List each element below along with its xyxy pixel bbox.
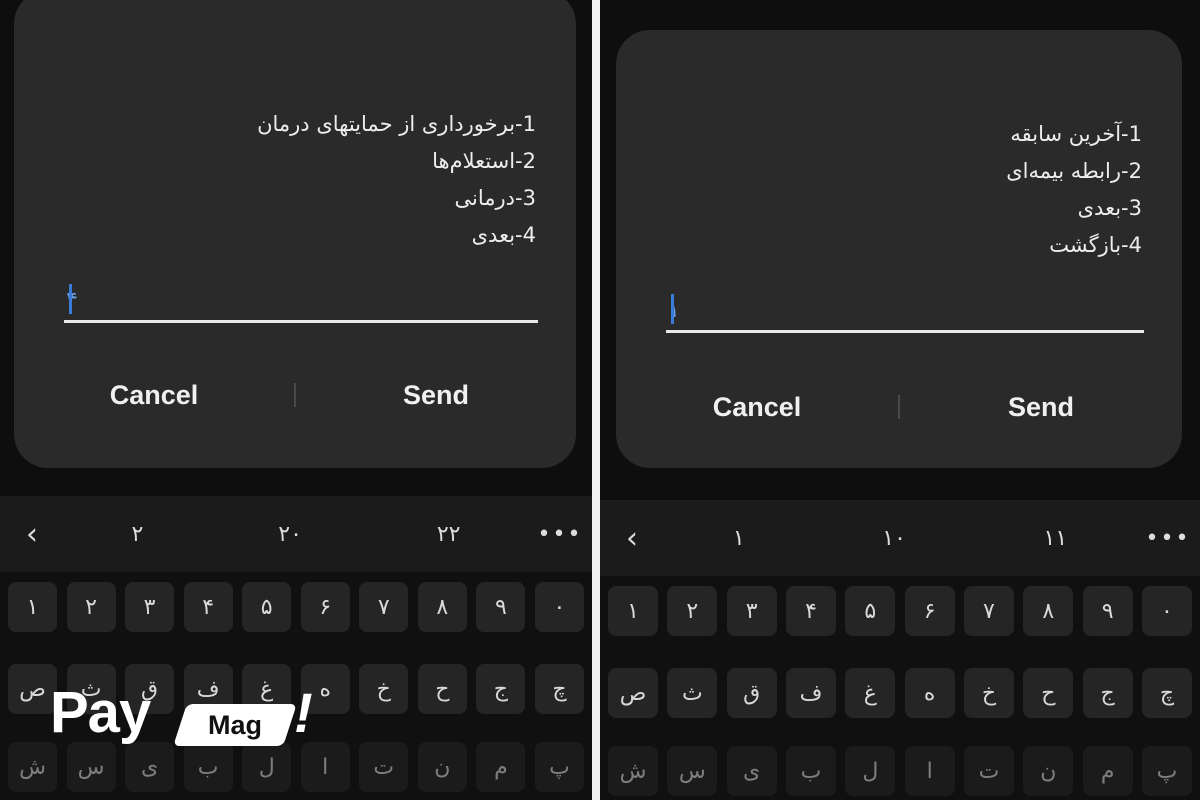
key[interactable]: ۰ [534, 582, 584, 632]
key[interactable]: ت [359, 742, 409, 792]
key[interactable]: ی [726, 746, 777, 796]
key[interactable]: ب [785, 746, 836, 796]
reply-input-wrap [64, 280, 538, 324]
menu-option-1: 1-آخرین سابقه [1010, 122, 1142, 146]
suggestion-bar: ‹ ۱ ۱۰ ۱۱ ••• [600, 500, 1200, 576]
menu-option-2: 2-رابطه بیمه‌ای [1006, 159, 1142, 183]
reply-input-wrap [666, 290, 1144, 334]
key[interactable]: ق [726, 668, 777, 718]
reply-input[interactable] [666, 290, 1144, 333]
menu-option-3: 3-درمانی [454, 186, 536, 210]
suggestion-item[interactable]: ۱ [733, 526, 745, 551]
key[interactable]: ۷ [963, 586, 1014, 636]
key[interactable]: ۷ [359, 582, 409, 632]
reply-input[interactable] [64, 280, 538, 323]
key[interactable]: ۱ [8, 582, 57, 632]
keyboard: ۱ ۲ ۳ ۴ ۵ ۶ ۷ ۸ ۹ ۰ ص ث ق ف غ ه خ ح ج چ … [600, 576, 1200, 800]
keyboard-letter-row: ص ث ق ف غ ه خ ح ج چ [608, 668, 1192, 718]
menu-option-4: 4-بازگشت [1049, 233, 1142, 257]
key[interactable]: ۶ [904, 586, 955, 636]
ussd-dialog: 1-آخرین سابقه 2-رابطه بیمه‌ای 3-بعدی 4-ب… [616, 30, 1182, 468]
key[interactable]: ۵ [242, 582, 292, 632]
suggestion-item[interactable]: ۱۰ [882, 526, 906, 551]
more-horizontal-icon[interactable]: ••• [1136, 526, 1200, 551]
key[interactable]: خ [963, 668, 1014, 718]
key[interactable]: ف [785, 668, 836, 718]
key[interactable]: ت [963, 746, 1014, 796]
key[interactable]: پ [1141, 746, 1192, 796]
chevron-left-icon[interactable]: ‹ [0, 517, 64, 552]
key[interactable]: ص [608, 668, 658, 718]
key[interactable]: خ [359, 664, 409, 714]
key[interactable]: ا [904, 746, 955, 796]
text-cursor [69, 284, 72, 314]
key[interactable]: ۰ [1141, 586, 1192, 636]
key[interactable]: م [1082, 746, 1133, 796]
left-panel: 1-برخورداری از حمایتهای درمان 2-استعلام‌… [0, 0, 592, 800]
key[interactable]: چ [1141, 668, 1192, 718]
key[interactable]: ۹ [476, 582, 526, 632]
suggestion-items: ۱ ۱۰ ۱۱ [664, 526, 1136, 551]
chevron-left-icon[interactable]: ‹ [600, 521, 664, 556]
key[interactable]: پ [534, 742, 584, 792]
dialog-actions: Cancel Send [14, 370, 576, 420]
key[interactable]: م [476, 742, 526, 792]
key[interactable]: ۶ [300, 582, 350, 632]
suggestion-item[interactable]: ۲ [131, 522, 143, 547]
suggestion-item[interactable]: ۲۰ [278, 522, 302, 547]
menu-option-4: 4-بعدی [471, 223, 536, 247]
key[interactable]: ن [417, 742, 467, 792]
key[interactable]: ن [1023, 746, 1074, 796]
cancel-button[interactable]: Cancel [14, 379, 294, 412]
key[interactable]: ۵ [845, 586, 896, 636]
key[interactable]: ۸ [417, 582, 467, 632]
suggestion-bar: ‹ ۲ ۲۰ ۲۲ ••• [0, 496, 592, 572]
key[interactable]: ۸ [1023, 586, 1074, 636]
suggestion-items: ۲ ۲۰ ۲۲ [64, 522, 528, 547]
panel-divider [592, 0, 600, 800]
cancel-button[interactable]: Cancel [616, 391, 898, 424]
logo-mag-text: Mag [208, 709, 262, 740]
key[interactable]: ل [845, 746, 896, 796]
key[interactable]: ش [608, 746, 658, 796]
key[interactable]: ج [476, 664, 526, 714]
ussd-dialog: 1-برخورداری از حمایتهای درمان 2-استعلام‌… [14, 0, 576, 468]
keyboard-number-row: ۱ ۲ ۳ ۴ ۵ ۶ ۷ ۸ ۹ ۰ [8, 582, 584, 632]
menu-option-2: 2-استعلام‌ها [432, 149, 536, 173]
key[interactable]: ۴ [183, 582, 233, 632]
logo-mag-badge: Mag [173, 704, 297, 746]
text-cursor [671, 294, 674, 324]
paymag-logo: Pay Mag ! [40, 678, 313, 758]
key[interactable]: چ [534, 664, 584, 714]
right-panel: 1-آخرین سابقه 2-رابطه بیمه‌ای 3-بعدی 4-ب… [600, 0, 1200, 800]
suggestion-item[interactable]: ۲۲ [437, 522, 461, 547]
keyboard-number-row: ۱ ۲ ۳ ۴ ۵ ۶ ۷ ۸ ۹ ۰ [608, 586, 1192, 636]
suggestion-item[interactable]: ۱۱ [1044, 526, 1068, 551]
key[interactable]: ۱ [608, 586, 658, 636]
menu-option-1: 1-برخورداری از حمایتهای درمان [257, 112, 536, 136]
key[interactable]: ح [1023, 668, 1074, 718]
send-button[interactable]: Send [296, 379, 576, 412]
key[interactable]: س [667, 746, 718, 796]
key[interactable]: ۲ [66, 582, 116, 632]
key[interactable]: غ [845, 668, 896, 718]
logo-pay-text: Pay [50, 680, 151, 745]
menu-option-3: 3-بعدی [1077, 196, 1142, 220]
key[interactable]: ه [904, 668, 955, 718]
more-horizontal-icon[interactable]: ••• [528, 522, 592, 547]
key[interactable]: ۴ [785, 586, 836, 636]
key[interactable]: ۳ [726, 586, 777, 636]
send-button[interactable]: Send [900, 391, 1182, 424]
key[interactable]: ج [1082, 668, 1133, 718]
key[interactable]: ۲ [667, 586, 718, 636]
key[interactable]: ح [417, 664, 467, 714]
key[interactable]: ث [667, 668, 718, 718]
keyboard-letter-row: ش س ی ب ل ا ت ن م پ [608, 746, 1192, 796]
dialog-actions: Cancel Send [616, 382, 1182, 432]
key[interactable]: ۹ [1082, 586, 1133, 636]
ussd-menu: 1-برخورداری از حمایتهای درمان 2-استعلام‌… [257, 106, 536, 254]
ussd-menu: 1-آخرین سابقه 2-رابطه بیمه‌ای 3-بعدی 4-ب… [1006, 116, 1142, 264]
key[interactable]: ۳ [125, 582, 175, 632]
logo-exclamation: ! [294, 681, 313, 744]
